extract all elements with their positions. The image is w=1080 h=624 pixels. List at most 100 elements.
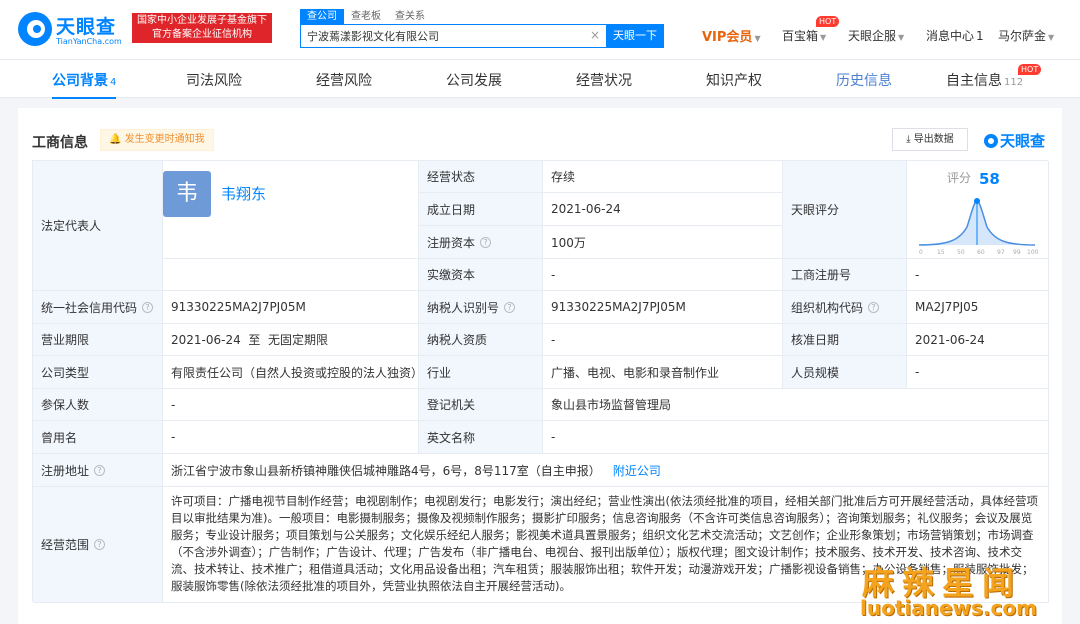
help-icon[interactable]: ? (142, 301, 154, 313)
taxpayer-qual-label: 纳税人资质 (419, 324, 543, 356)
term-label: 营业期限 (33, 324, 163, 356)
message-count: 1 (976, 29, 984, 43)
search-box: × (300, 24, 606, 48)
address-value: 浙江省宁波市象山县新桥镇神雕侠侣城神雕路4号，6号，8号117室（自主申报） (171, 463, 601, 478)
tab-label: 公司发展 (446, 73, 502, 89)
paid-capital-label: 实缴资本 (419, 259, 543, 291)
insured-value: - (163, 389, 419, 421)
tab-count: 4 (110, 77, 117, 88)
biz-reg-no-label: 工商注册号 (783, 259, 907, 291)
business-info-table: 法定代表人 韦 韦翔东 经营状态 存续 成立日期 2021-06-24 注册资本… (32, 160, 1049, 603)
approve-date-label: 核准日期 (783, 324, 907, 356)
former-name-label: 曾用名 (33, 421, 163, 454)
brand-mark: 天眼查 (984, 130, 1045, 151)
help-icon[interactable]: ? (94, 464, 106, 476)
org-code-value: MA2J7PJ05 (907, 291, 1049, 324)
download-icon: ⤓ (906, 134, 911, 145)
export-label: 导出数据 (913, 134, 954, 145)
help-icon[interactable]: ? (504, 301, 516, 313)
nearby-companies-link[interactable]: 附近公司 (613, 462, 661, 479)
hot-badge: HOT (816, 16, 840, 27)
score-bell-curve: 评分 58 0 15 50 60 97 99 100 (918, 170, 1039, 256)
chevron-down-icon: ▼ (898, 33, 905, 42)
score-marker-dot (974, 197, 980, 204)
former-name-value: - (163, 421, 419, 454)
export-data-button[interactable]: ⤓ 导出数据 (892, 128, 968, 151)
score-value: 58 (979, 170, 1000, 188)
tab-count: 112 (1004, 77, 1024, 88)
company-type-value: 有限责任公司（自然人投资或控股的法人独资） (163, 356, 419, 389)
chevron-down-icon: ▼ (754, 34, 761, 43)
watermark-url: luotianews.com (860, 596, 1037, 620)
address-label: 注册地址? (33, 454, 163, 487)
tab-label: 历史信息 (836, 73, 892, 89)
user-menu[interactable]: 马尔萨金 ▼ (998, 27, 1054, 44)
enterprise-service-menu[interactable]: 天眼企服 ▼ (848, 27, 904, 44)
gov-banner-line2: 官方备案企业征信机构 (152, 29, 252, 40)
gov-banner-line1: 国家中小企业发展子基金旗下 (137, 15, 267, 26)
founded-value: 2021-06-24 (543, 193, 783, 226)
industry-value: 广播、电视、电影和录音制作业 (543, 356, 783, 389)
tab-judicial-risk[interactable]: 司法风险 (186, 70, 242, 90)
tab-intellectual-property[interactable]: 知识产权 (706, 70, 762, 90)
status-label: 经营状态 (419, 161, 543, 193)
score-title: 评分 (947, 171, 971, 185)
legal-rep-name[interactable]: 韦翔东 (221, 183, 266, 204)
search-input[interactable] (301, 25, 581, 47)
tianyancha-logo[interactable]: 天眼查 TianYanCha.com (18, 12, 126, 48)
notify-label: 发生变更时通知我 (124, 134, 205, 145)
help-icon[interactable]: ? (480, 236, 492, 248)
taxpayer-qual-value: - (543, 324, 783, 356)
taxpayer-id-label: 纳税人识别号? (419, 291, 543, 324)
search-tab-company[interactable]: 查公司 (300, 9, 344, 25)
avatar: 韦 (163, 171, 211, 217)
tab-company-development[interactable]: 公司发展 (446, 70, 502, 90)
search-tab-boss[interactable]: 查老板 (344, 9, 388, 25)
watermark: 麻辣星闻 luotianews.com (832, 558, 1072, 620)
brand-text: 天眼查 (1000, 132, 1046, 150)
tab-self-info[interactable]: 自主信息 112 (946, 70, 1023, 90)
search-tab-relation[interactable]: 查关系 (388, 9, 432, 25)
legal-rep-cell: 韦 韦翔东 (163, 161, 419, 259)
address-label-text: 注册地址 (41, 463, 90, 478)
credit-code-label: 统一社会信用代码? (33, 291, 163, 324)
term-value: 2021-06-24 至 无固定期限 (163, 324, 419, 356)
clear-icon[interactable]: × (590, 28, 600, 42)
org-code-label-text: 组织机构代码 (791, 300, 864, 315)
status-value: 存续 (543, 161, 783, 193)
taxpayer-id-value: 91330225MA2J7PJ05M (543, 291, 783, 324)
help-icon[interactable]: ? (94, 539, 106, 550)
scope-label-text: 经营范围 (41, 538, 90, 552)
tab-history[interactable]: 历史信息 (836, 70, 892, 90)
score-tick: 99 (1013, 249, 1021, 256)
org-code-label: 组织机构代码? (783, 291, 907, 324)
score-cell[interactable]: 评分 58 0 15 50 60 97 99 100 (907, 161, 1049, 259)
credit-code-label-text: 统一社会信用代码 (41, 300, 138, 315)
reg-capital-value: 100万 (543, 226, 783, 259)
staff-size-label: 人员规模 (783, 356, 907, 389)
eye-logo-icon (984, 134, 998, 148)
panel-title: 工商信息 (32, 135, 88, 151)
vip-menu[interactable]: VIP会员 ▼ (702, 26, 761, 45)
treasure-menu[interactable]: 百宝箱 ▼ (782, 27, 826, 44)
tab-operating-status[interactable]: 经营状况 (576, 70, 632, 90)
company-type-label: 公司类型 (33, 356, 163, 389)
score-tick: 97 (997, 249, 1005, 256)
chevron-down-icon: ▼ (820, 33, 827, 42)
tab-label: 经营状况 (576, 73, 632, 89)
score-tick: 50 (957, 249, 965, 256)
user-name: 马尔萨金 (998, 29, 1047, 43)
enterprise-label: 天眼企服 (848, 29, 897, 43)
authority-value: 象山县市场监督管理局 (543, 389, 1049, 421)
english-name-label: 英文名称 (419, 421, 543, 454)
logo-subtext: TianYanCha.com (56, 37, 122, 46)
tab-operating-risk[interactable]: 经营风险 (316, 70, 372, 90)
treasure-label: 百宝箱 (782, 29, 819, 43)
search-button[interactable]: 天眼一下 (606, 24, 664, 48)
help-icon[interactable]: ? (868, 301, 880, 313)
eye-logo-icon (18, 12, 52, 46)
reg-capital-label: 注册资本? (419, 226, 543, 259)
message-center[interactable]: 消息中心 1 (926, 27, 984, 44)
notify-on-change-button[interactable]: 🔔 发生变更时通知我 (100, 129, 214, 151)
tab-company-background[interactable]: 公司背景 4 (52, 70, 117, 99)
